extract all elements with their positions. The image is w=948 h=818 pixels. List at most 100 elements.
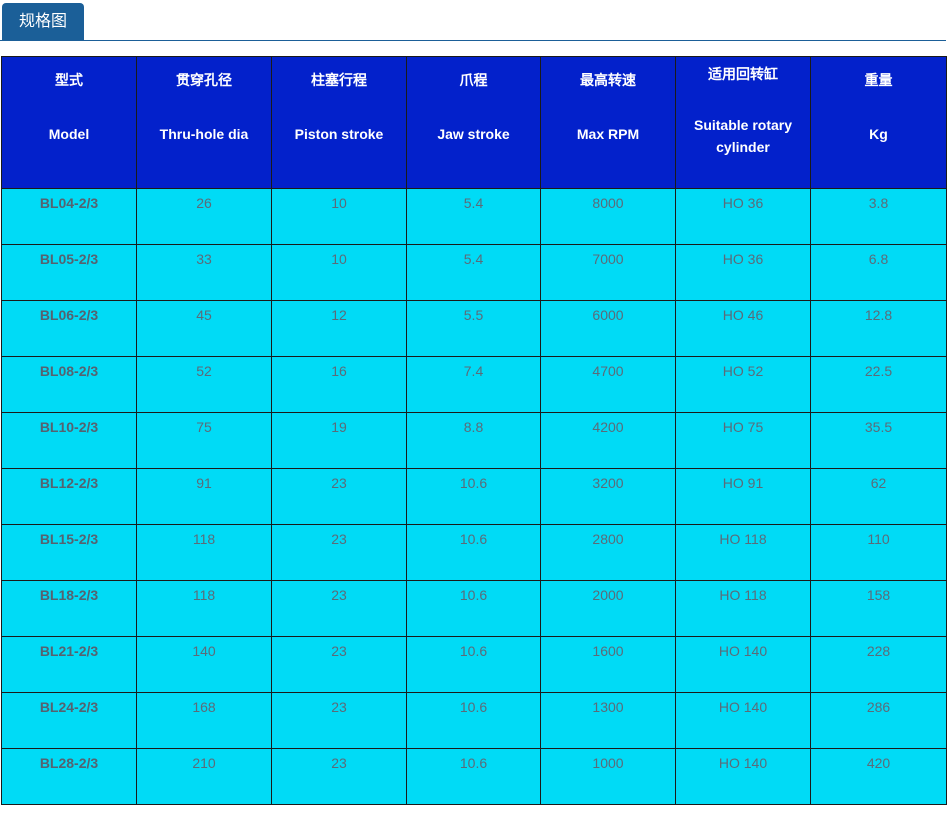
cell-weight: 286 (810, 692, 947, 749)
header-thru-hole-dia: 贯穿孔径 Thru-hole dia (136, 56, 272, 189)
table-row: BL04-2/3 26 10 5.4 8000 HO 36 3.8 (1, 188, 947, 245)
cell-weight: 3.8 (810, 188, 947, 245)
cell-thru-hole-dia: 140 (136, 636, 272, 693)
header-label-cn: 适用回转缸 (708, 67, 778, 83)
cell-thru-hole-dia: 52 (136, 356, 272, 413)
cell-thru-hole-dia: 75 (136, 412, 272, 469)
table-row: BL05-2/3 33 10 5.4 7000 HO 36 6.8 (1, 244, 947, 301)
cell-max-rpm: 1300 (540, 692, 676, 749)
header-weight: 重量 Kg (810, 56, 947, 189)
cell-model: BL12-2/3 (1, 468, 137, 525)
cell-max-rpm: 3200 (540, 468, 676, 525)
table-row: BL08-2/3 52 16 7.4 4700 HO 52 22.5 (1, 356, 947, 413)
cell-rotary-cylinder: HO 140 (675, 748, 811, 805)
header-label-cn: 贯穿孔径 (176, 73, 232, 89)
cell-piston-stroke: 23 (271, 468, 407, 525)
header-piston-stroke: 柱塞行程 Piston stroke (271, 56, 407, 189)
header-label-cn: 型式 (55, 73, 83, 89)
cell-piston-stroke: 23 (271, 692, 407, 749)
table-row: BL21-2/3 140 23 10.6 1600 HO 140 228 (1, 636, 947, 693)
cell-jaw-stroke: 10.6 (406, 524, 541, 581)
cell-model: BL06-2/3 (1, 300, 137, 357)
header-label-en: Piston stroke (294, 126, 384, 142)
cell-max-rpm: 1000 (540, 748, 676, 805)
cell-rotary-cylinder: HO 140 (675, 692, 811, 749)
cell-model: BL21-2/3 (1, 636, 137, 693)
cell-model: BL24-2/3 (1, 692, 137, 749)
cell-jaw-stroke: 8.8 (406, 412, 541, 469)
table-header-row: 型式 Model 贯穿孔径 Thru-hole dia 柱塞行程 Piston … (1, 56, 947, 189)
cell-max-rpm: 1600 (540, 636, 676, 693)
cell-jaw-stroke: 5.5 (406, 300, 541, 357)
cell-piston-stroke: 23 (271, 580, 407, 637)
cell-model: BL10-2/3 (1, 412, 137, 469)
cell-model: BL18-2/3 (1, 580, 137, 637)
cell-jaw-stroke: 10.6 (406, 580, 541, 637)
table-row: BL12-2/3 91 23 10.6 3200 HO 91 62 (1, 468, 947, 525)
cell-rotary-cylinder: HO 46 (675, 300, 811, 357)
header-label-cn: 最高转速 (580, 73, 636, 89)
cell-piston-stroke: 16 (271, 356, 407, 413)
table-row: BL06-2/3 45 12 5.5 6000 HO 46 12.8 (1, 300, 947, 357)
cell-piston-stroke: 23 (271, 524, 407, 581)
header-label-en: Suitable rotary cylinder (693, 117, 793, 155)
table-row: BL28-2/3 210 23 10.6 1000 HO 140 420 (1, 748, 947, 805)
cell-piston-stroke: 19 (271, 412, 407, 469)
cell-model: BL15-2/3 (1, 524, 137, 581)
header-label-en: Jaw stroke (437, 126, 510, 142)
cell-rotary-cylinder: HO 36 (675, 244, 811, 301)
cell-rotary-cylinder: HO 36 (675, 188, 811, 245)
header-max-rpm: 最高转速 Max RPM (540, 56, 676, 189)
header-label-en: Kg (869, 126, 888, 142)
header-label-en: Model (48, 126, 90, 142)
cell-model: BL08-2/3 (1, 356, 137, 413)
cell-thru-hole-dia: 26 (136, 188, 272, 245)
cell-jaw-stroke: 10.6 (406, 748, 541, 805)
cell-jaw-stroke: 7.4 (406, 356, 541, 413)
cell-weight: 22.5 (810, 356, 947, 413)
cell-jaw-stroke: 10.6 (406, 636, 541, 693)
cell-jaw-stroke: 5.4 (406, 244, 541, 301)
cell-weight: 110 (810, 524, 947, 581)
header-label-cn: 柱塞行程 (311, 73, 367, 89)
spec-table: 型式 Model 贯穿孔径 Thru-hole dia 柱塞行程 Piston … (1, 56, 947, 805)
cell-jaw-stroke: 5.4 (406, 188, 541, 245)
table-row: BL10-2/3 75 19 8.8 4200 HO 75 35.5 (1, 412, 947, 469)
cell-piston-stroke: 10 (271, 188, 407, 245)
table-row: BL24-2/3 168 23 10.6 1300 HO 140 286 (1, 692, 947, 749)
cell-weight: 6.8 (810, 244, 947, 301)
cell-thru-hole-dia: 118 (136, 524, 272, 581)
header-label-cn: 重量 (864, 73, 893, 89)
cell-thru-hole-dia: 210 (136, 748, 272, 805)
header-label-en: Max RPM (576, 126, 640, 142)
cell-weight: 228 (810, 636, 947, 693)
tab-spec-chart[interactable]: 规格图 (2, 3, 84, 40)
cell-max-rpm: 2800 (540, 524, 676, 581)
table-row: BL18-2/3 118 23 10.6 2000 HO 118 158 (1, 580, 947, 637)
cell-rotary-cylinder: HO 140 (675, 636, 811, 693)
cell-thru-hole-dia: 91 (136, 468, 272, 525)
cell-max-rpm: 6000 (540, 300, 676, 357)
cell-piston-stroke: 12 (271, 300, 407, 357)
cell-weight: 35.5 (810, 412, 947, 469)
cell-max-rpm: 4700 (540, 356, 676, 413)
cell-max-rpm: 8000 (540, 188, 676, 245)
cell-rotary-cylinder: HO 118 (675, 580, 811, 637)
cell-max-rpm: 7000 (540, 244, 676, 301)
header-label-en: Thru-hole dia (159, 126, 249, 142)
cell-max-rpm: 4200 (540, 412, 676, 469)
cell-thru-hole-dia: 118 (136, 580, 272, 637)
cell-jaw-stroke: 10.6 (406, 468, 541, 525)
cell-model: BL05-2/3 (1, 244, 137, 301)
cell-piston-stroke: 10 (271, 244, 407, 301)
header-jaw-stroke: 爪程 Jaw stroke (406, 56, 541, 189)
header-model: 型式 Model (1, 56, 137, 189)
cell-thru-hole-dia: 45 (136, 300, 272, 357)
cell-piston-stroke: 23 (271, 748, 407, 805)
cell-weight: 12.8 (810, 300, 947, 357)
cell-rotary-cylinder: HO 75 (675, 412, 811, 469)
cell-weight: 62 (810, 468, 947, 525)
tab-bar: 规格图 (0, 0, 946, 41)
cell-rotary-cylinder: HO 118 (675, 524, 811, 581)
cell-weight: 158 (810, 580, 947, 637)
